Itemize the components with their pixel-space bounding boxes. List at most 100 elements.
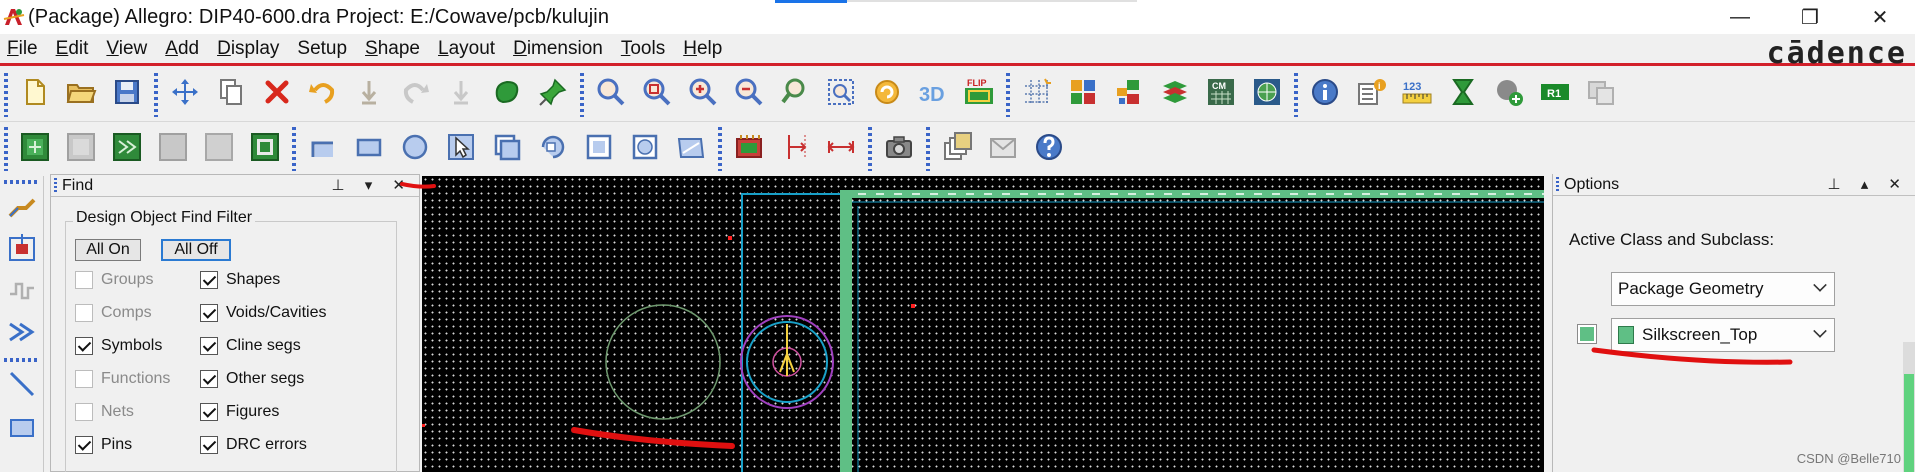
menu-shape[interactable]: Shape (365, 38, 420, 60)
color-button[interactable] (1063, 75, 1103, 115)
hourglass-button[interactable] (1443, 75, 1483, 115)
find-filter-other-segs[interactable]: Other segs (200, 370, 304, 388)
toolbar-grip[interactable] (868, 127, 872, 171)
checkbox[interactable] (200, 337, 218, 355)
subclass-color-swatch[interactable] (1577, 324, 1597, 344)
info-button[interactable] (1305, 75, 1345, 115)
find-filter-symbols[interactable]: Symbols (75, 337, 162, 355)
zoom-out-button[interactable] (729, 75, 769, 115)
line-corner-button[interactable] (303, 129, 343, 169)
toolbar-grip[interactable] (4, 180, 38, 184)
menu-edit[interactable]: Edit (56, 38, 89, 60)
menu-dimension[interactable]: Dimension (513, 38, 603, 60)
toolbar-grip[interactable] (718, 127, 722, 171)
find-filter-voids-cavities[interactable]: Voids/Cavities (200, 304, 327, 322)
zoom-in-button[interactable] (683, 75, 723, 115)
toolbar-grip[interactable] (292, 127, 296, 171)
copy-button[interactable] (211, 75, 251, 115)
checkbox[interactable] (200, 436, 218, 454)
open-button[interactable] (61, 75, 101, 115)
dimension-vertical-button[interactable] (775, 129, 815, 169)
find-filter-pins[interactable]: Pins (75, 436, 132, 454)
dimension-horizontal-button[interactable] (821, 129, 861, 169)
place-button-6[interactable] (245, 129, 285, 169)
rotate-shape-button[interactable] (533, 129, 573, 169)
menu-help[interactable]: Help (683, 38, 722, 60)
menu-setup[interactable]: Setup (297, 38, 347, 60)
menu-file[interactable]: File (7, 38, 38, 60)
r1-button[interactable]: R1 (1535, 75, 1575, 115)
options-scrollbar-thumb[interactable] (1904, 374, 1914, 472)
place-component-button[interactable] (2, 230, 42, 270)
all-off-button[interactable]: All Off (161, 239, 231, 261)
line-tool-button[interactable] (2, 366, 42, 406)
square-button[interactable] (579, 129, 619, 169)
menu-view[interactable]: View (106, 38, 147, 60)
toolbar-grip[interactable] (580, 72, 584, 117)
options-panel-controls[interactable]: ⊥ ▴ ✕ (1828, 175, 1910, 193)
shape-tool-button[interactable] (671, 129, 711, 169)
zoom-fit-button[interactable] (591, 75, 631, 115)
class-combo[interactable]: Package Geometry (1611, 272, 1835, 306)
toolbar-grip[interactable] (4, 127, 8, 171)
layers-button[interactable] (1109, 75, 1149, 115)
menu-display[interactable]: Display (217, 38, 279, 60)
move-button[interactable] (165, 75, 205, 115)
arrow-button[interactable] (2, 314, 42, 354)
circle-square-button[interactable] (625, 129, 665, 169)
panel-grip[interactable] (54, 177, 57, 194)
toolbar-grip[interactable] (1006, 72, 1010, 117)
checkbox[interactable] (200, 403, 218, 421)
delete-button[interactable] (257, 75, 297, 115)
stack-button[interactable] (1155, 75, 1195, 115)
checkbox[interactable] (200, 271, 218, 289)
redraw-button[interactable] (867, 75, 907, 115)
zoom-window-button[interactable] (637, 75, 677, 115)
find-filter-figures[interactable]: Figures (200, 403, 279, 421)
all-on-button[interactable]: All On (75, 239, 141, 261)
mail-button[interactable] (983, 129, 1023, 169)
undo-button[interactable] (303, 75, 343, 115)
rectangle-tool-button[interactable] (2, 408, 42, 448)
find-filter-cline-segs[interactable]: Cline segs (200, 337, 301, 355)
find-panel-controls[interactable]: ⊥ ▾ ✕ (332, 176, 414, 194)
shape-blob-button[interactable] (487, 75, 527, 115)
camera-button[interactable] (879, 129, 919, 169)
place-button-5[interactable] (199, 129, 239, 169)
place-button-3[interactable] (107, 129, 147, 169)
select-button[interactable] (441, 129, 481, 169)
measure-button[interactable]: 123 (1397, 75, 1437, 115)
save-button[interactable] (107, 75, 147, 115)
undo-list-button[interactable] (349, 75, 389, 115)
circle-button[interactable] (395, 129, 435, 169)
toolbar-grip[interactable] (926, 127, 930, 171)
zoom-world-button[interactable] (821, 75, 861, 115)
checkbox[interactable] (75, 436, 93, 454)
place-button-2[interactable] (61, 129, 101, 169)
subclass-combo[interactable]: Silkscreen_Top (1611, 318, 1835, 352)
signal-button[interactable] (2, 272, 42, 312)
menu-layout[interactable]: Layout (438, 38, 495, 60)
3d-view-button[interactable]: 3D (913, 75, 953, 115)
route-button[interactable] (2, 188, 42, 228)
help-button[interactable] (1029, 129, 1069, 169)
place-button-1[interactable] (15, 129, 55, 169)
shape-edit-button[interactable] (487, 129, 527, 169)
new-file-button[interactable] (15, 75, 55, 115)
place-button-4[interactable] (153, 129, 193, 169)
multi-window-button[interactable] (937, 129, 977, 169)
menu-add[interactable]: Add (165, 38, 199, 60)
toolbar-grip[interactable] (1294, 72, 1298, 117)
menu-tools[interactable]: Tools (621, 38, 665, 60)
cm-button[interactable]: CM (1201, 75, 1241, 115)
grid-button[interactable] (1017, 75, 1057, 115)
restore-button[interactable]: ❐ (1775, 0, 1845, 34)
close-button[interactable]: ✕ (1845, 0, 1915, 34)
flip-button[interactable]: FLIP (959, 75, 999, 115)
redo-list-button[interactable] (441, 75, 481, 115)
zoom-previous-button[interactable] (775, 75, 815, 115)
disabled-tool-button[interactable] (1581, 75, 1621, 115)
properties-button[interactable]: i (1351, 75, 1391, 115)
world-button[interactable] (1247, 75, 1287, 115)
redo-button[interactable] (395, 75, 435, 115)
